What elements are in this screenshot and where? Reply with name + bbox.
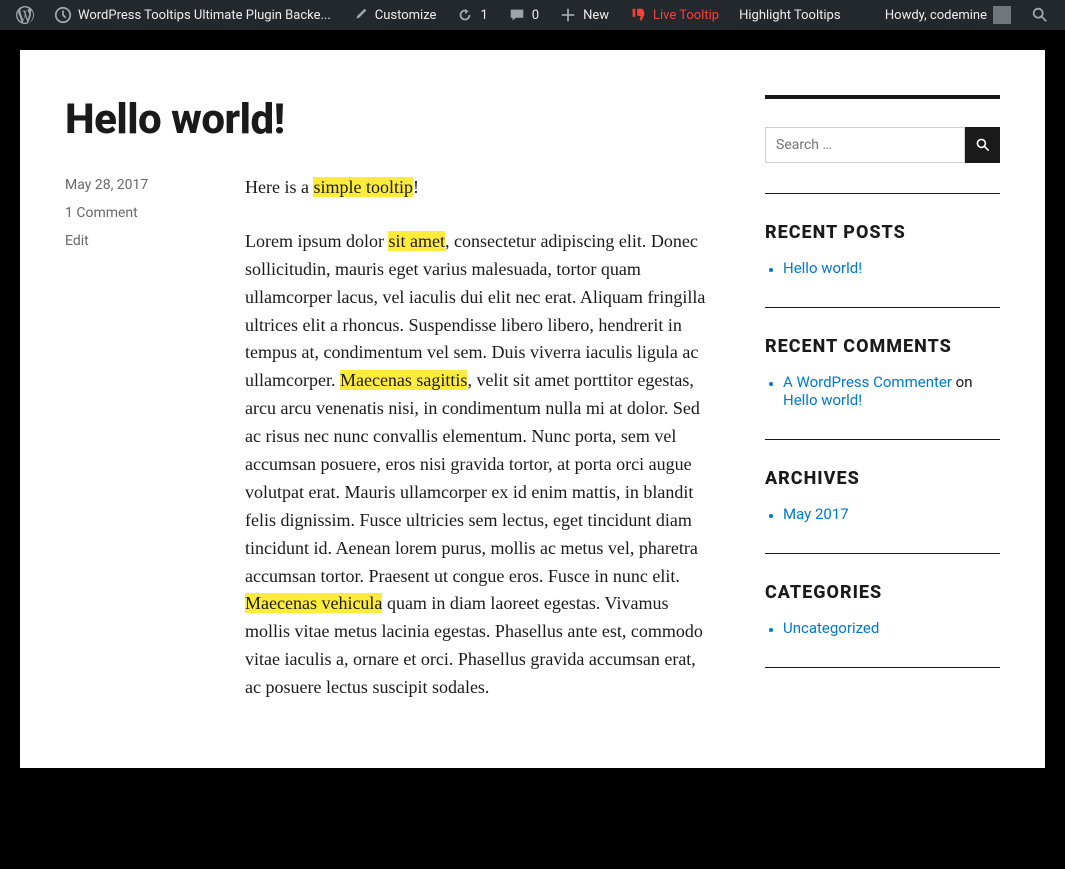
search-toggle[interactable] bbox=[1023, 0, 1057, 30]
post-date[interactable]: May 28, 2017 bbox=[65, 174, 205, 198]
divider bbox=[765, 553, 1000, 554]
post-meta: May 28, 2017 1 Comment Edit bbox=[65, 174, 205, 728]
page: Hello world! May 28, 2017 1 Comment Edit… bbox=[20, 50, 1045, 768]
divider bbox=[765, 193, 1000, 194]
comments-link[interactable]: 0 bbox=[500, 0, 547, 30]
post-comments-link[interactable]: 1 Comment bbox=[65, 202, 205, 226]
categories-list: Uncategorized bbox=[765, 619, 1000, 637]
new-link[interactable]: New bbox=[551, 0, 617, 30]
tooltip-highlight[interactable]: Maecenas vehicula bbox=[245, 593, 382, 613]
live-tooltip-link[interactable]: Live Tooltip bbox=[621, 0, 727, 30]
divider bbox=[765, 307, 1000, 308]
customize-label: Customize bbox=[375, 8, 437, 23]
sidebar: RECENT POSTS Hello world! RECENT COMMENT… bbox=[765, 95, 1000, 728]
search-input[interactable] bbox=[765, 127, 965, 163]
wp-logo[interactable] bbox=[8, 0, 42, 30]
customize-link[interactable]: Customize bbox=[343, 0, 445, 30]
comments-count: 0 bbox=[532, 8, 539, 23]
tooltip-highlight[interactable]: sit amet bbox=[388, 231, 445, 251]
highlight-tooltips-link[interactable]: Highlight Tooltips bbox=[731, 0, 848, 30]
post-content: Here is a simple tooltip! Lorem ipsum do… bbox=[245, 174, 715, 728]
brush-icon bbox=[351, 6, 369, 24]
commenter-link[interactable]: A WordPress Commenter bbox=[783, 373, 952, 391]
live-tooltip-label: Live Tooltip bbox=[653, 8, 719, 23]
intro-paragraph: Here is a simple tooltip! bbox=[245, 174, 715, 202]
recent-comments-list: A WordPress Commenter on Hello world! bbox=[765, 373, 1000, 409]
list-item: May 2017 bbox=[783, 505, 1000, 523]
plus-icon bbox=[559, 6, 577, 24]
search-widget bbox=[765, 127, 1000, 163]
divider bbox=[765, 667, 1000, 668]
list-item: Hello world! bbox=[783, 259, 1000, 277]
recent-post-link[interactable]: Hello world! bbox=[783, 259, 862, 277]
categories-heading: CATEGORIES bbox=[765, 582, 1000, 603]
site-name-label: WordPress Tooltips Ultimate Plugin Backe… bbox=[78, 8, 331, 23]
list-item: A WordPress Commenter on Hello world! bbox=[783, 373, 1000, 409]
wordpress-icon bbox=[16, 6, 34, 24]
updates-link[interactable]: 1 bbox=[448, 0, 495, 30]
comment-post-link[interactable]: Hello world! bbox=[783, 391, 862, 409]
comment-icon bbox=[508, 6, 526, 24]
new-label: New bbox=[583, 8, 609, 23]
howdy-label: Howdy, codemine bbox=[885, 8, 987, 23]
list-item: Uncategorized bbox=[783, 619, 1000, 637]
post-edit-link[interactable]: Edit bbox=[65, 230, 205, 254]
search-icon bbox=[1031, 6, 1049, 24]
wp-admin-bar: WordPress Tooltips Ultimate Plugin Backe… bbox=[0, 0, 1065, 30]
post-title: Hello world! bbox=[65, 95, 715, 144]
tooltip-highlight[interactable]: simple tooltip bbox=[313, 177, 413, 197]
body-paragraph: Lorem ipsum dolor sit amet, consectetur … bbox=[245, 228, 715, 702]
archives-list: May 2017 bbox=[765, 505, 1000, 523]
dashboard-icon bbox=[54, 6, 72, 24]
search-icon bbox=[975, 137, 991, 153]
divider bbox=[765, 439, 1000, 440]
stage: Hello world! May 28, 2017 1 Comment Edit… bbox=[0, 30, 1065, 788]
archive-link[interactable]: May 2017 bbox=[783, 505, 849, 523]
highlight-tooltips-label: Highlight Tooltips bbox=[739, 8, 840, 23]
avatar bbox=[993, 6, 1011, 24]
search-button[interactable] bbox=[965, 127, 1000, 163]
category-link[interactable]: Uncategorized bbox=[783, 619, 879, 637]
refresh-icon bbox=[456, 6, 474, 24]
divider bbox=[765, 95, 1000, 99]
site-name[interactable]: WordPress Tooltips Ultimate Plugin Backe… bbox=[46, 0, 339, 30]
account-link[interactable]: Howdy, codemine bbox=[877, 0, 1019, 30]
tooltip-highlight[interactable]: Maecenas sagittis bbox=[340, 370, 467, 390]
updates-count: 1 bbox=[480, 8, 487, 23]
recent-posts-list: Hello world! bbox=[765, 259, 1000, 277]
main-column: Hello world! May 28, 2017 1 Comment Edit… bbox=[65, 95, 715, 728]
recent-posts-heading: RECENT POSTS bbox=[765, 222, 1000, 243]
recent-comments-heading: RECENT COMMENTS bbox=[765, 336, 1000, 357]
archives-heading: ARCHIVES bbox=[765, 468, 1000, 489]
thumb-down-icon bbox=[629, 6, 647, 24]
